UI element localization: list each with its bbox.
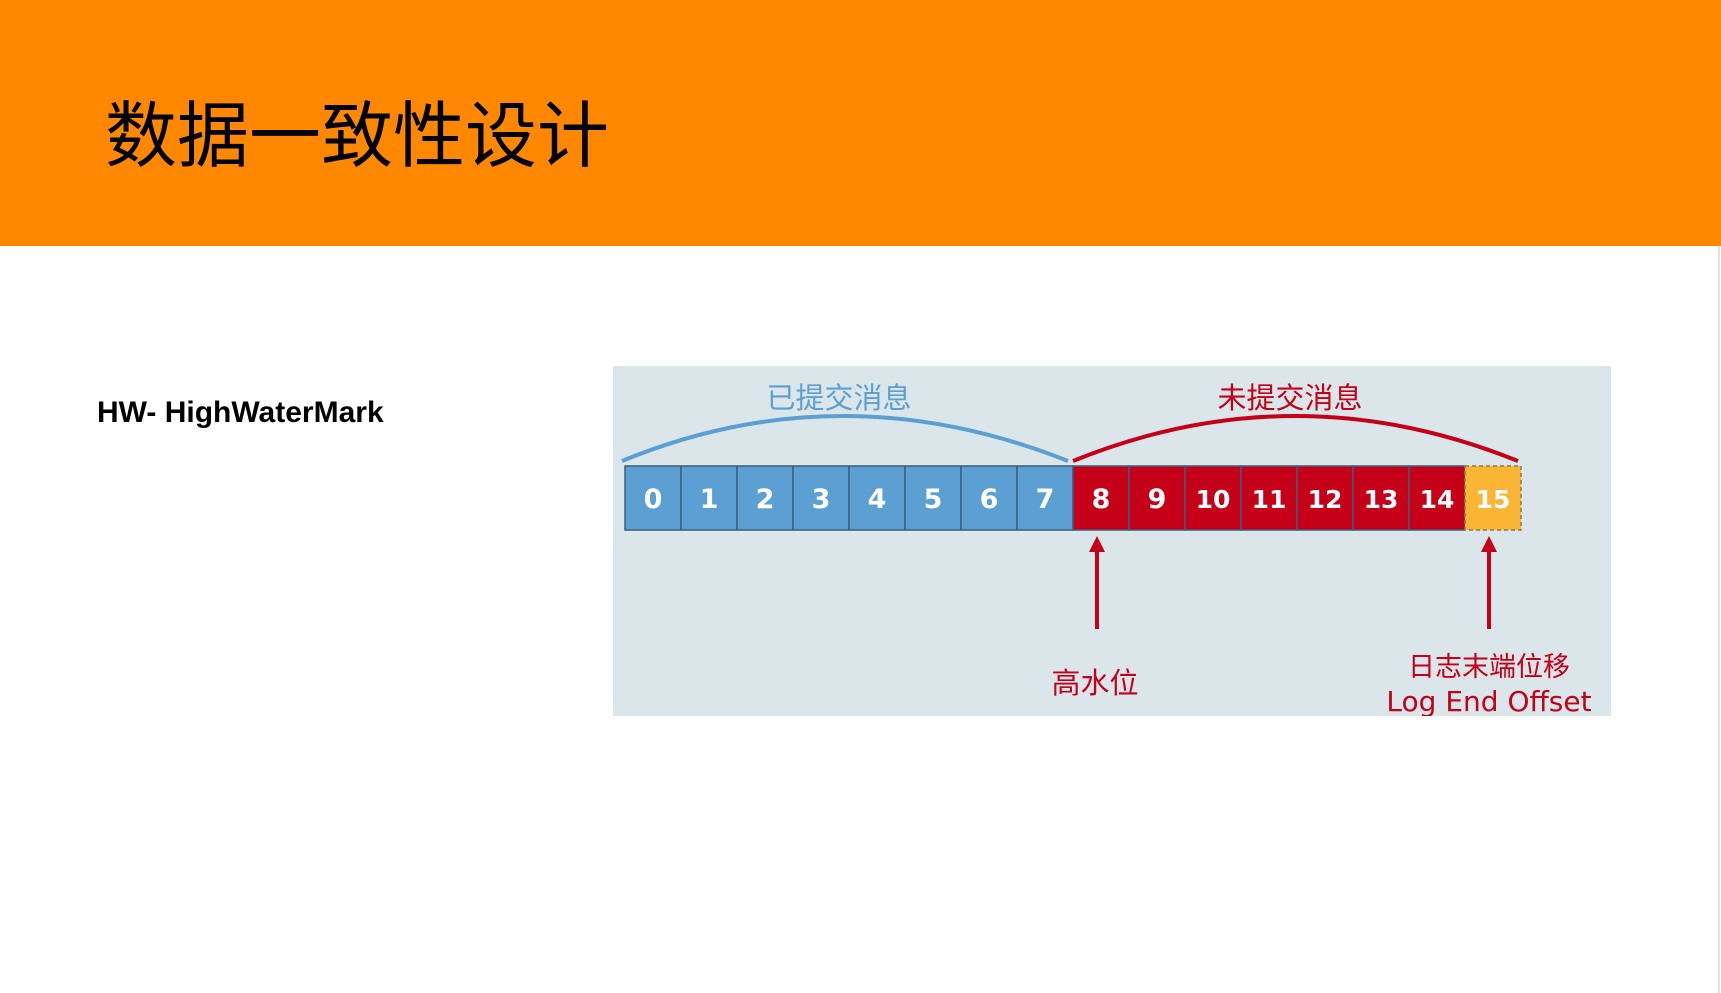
offset-label-7: 7	[1036, 484, 1055, 515]
offset-label-0: 0	[644, 484, 663, 515]
offset-label-8: 8	[1092, 484, 1111, 515]
high-watermark-label: 高水位	[1051, 666, 1138, 700]
offset-label-2: 2	[756, 484, 775, 515]
offset-label-6: 6	[980, 484, 999, 515]
offset-label-3: 3	[812, 484, 831, 515]
offset-label-11: 11	[1252, 485, 1287, 514]
hw-diagram-svg: 已提交消息 未提交消息 0 1 2 3 4 5 6 7 8 9 10 11 12 13 14 15 高水位 日…	[613, 366, 1611, 716]
offset-label-15: 15	[1476, 485, 1511, 514]
offset-cells: 0 1 2 3 4 5 6 7 8 9 10 11 12 13 14 15	[624, 465, 1522, 531]
committed-label: 已提交消息	[766, 381, 911, 415]
hw-diagram: 已提交消息 未提交消息 0 1 2 3 4 5 6 7 8 9 10 11 12 13 14 15 高水位 日…	[613, 366, 1611, 716]
slide-title: 数据一致性设计	[105, 94, 610, 178]
log-end-offset-label-cn: 日志末端位移	[1408, 652, 1570, 683]
offset-label-9: 9	[1148, 484, 1167, 515]
log-end-offset-label-en: Log End Offset	[1386, 685, 1591, 716]
uncommitted-label: 未提交消息	[1217, 381, 1362, 415]
slide-subtitle: HW- HighWaterMark	[97, 396, 384, 429]
slide-edge-divider	[1718, 246, 1720, 993]
offset-label-13: 13	[1364, 485, 1399, 514]
offset-label-1: 1	[700, 484, 719, 515]
offset-label-5: 5	[924, 484, 943, 515]
offset-label-10: 10	[1196, 485, 1231, 514]
offset-label-12: 12	[1308, 485, 1343, 514]
offset-label-14: 14	[1420, 485, 1455, 514]
offset-label-4: 4	[868, 484, 887, 515]
